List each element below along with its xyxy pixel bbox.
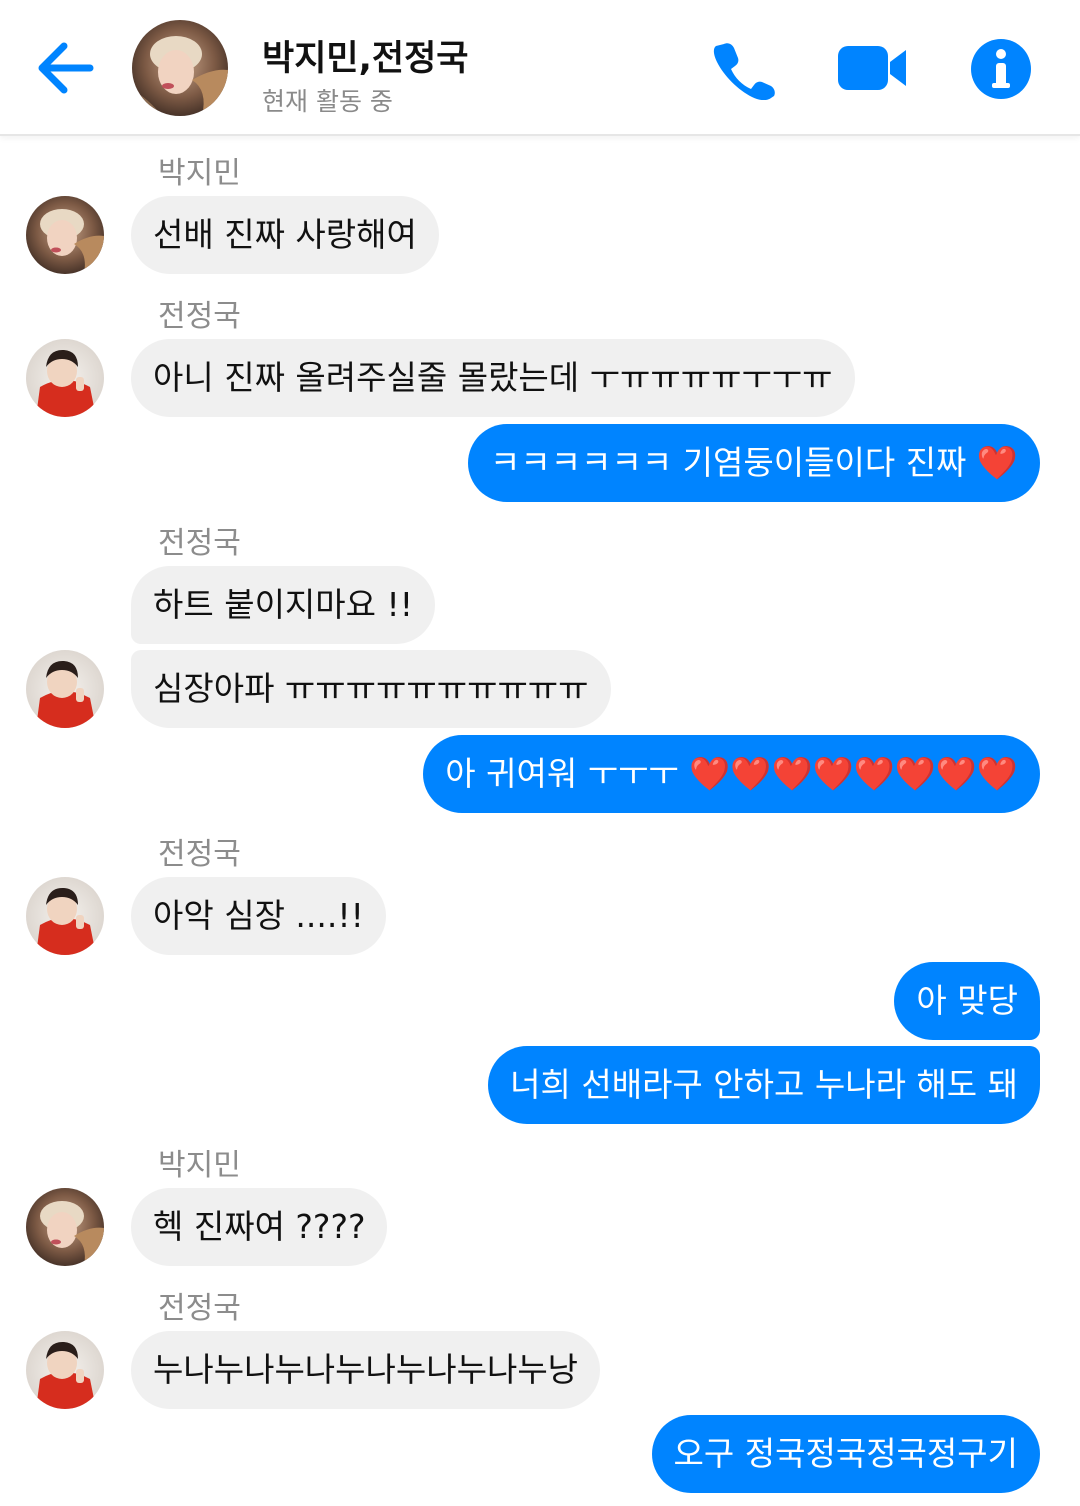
avatar-jungkook[interactable] xyxy=(26,339,104,417)
message-bubble-outgoing[interactable]: 아 맞당 xyxy=(894,962,1040,1040)
sender-name: 전정국 xyxy=(158,837,241,872)
message-bubble-outgoing[interactable]: 너희 선배라구 안하고 누나라 해도 돼 xyxy=(488,1046,1040,1124)
avatar-jungkook[interactable] xyxy=(26,1331,104,1409)
message-bubble-incoming[interactable]: 아니 진짜 올려주실줄 몰랐는데 ㅜㅠㅠㅠㅠㅜㅜㅠ xyxy=(131,339,855,417)
message-bubble-incoming[interactable]: 선배 진짜 사랑해여 xyxy=(131,196,439,274)
sender-name: 전정국 xyxy=(158,299,241,334)
message-bubble-outgoing[interactable]: 오구 정국정국정국정구기 xyxy=(651,1415,1040,1493)
message-bubble-outgoing[interactable]: ㅋㅋㅋㅋㅋㅋ 기염둥이들이다 진짜 ❤️ xyxy=(468,424,1040,502)
back-button[interactable] xyxy=(30,36,100,100)
avatar-jimin[interactable] xyxy=(26,1188,104,1266)
message-bubble-incoming[interactable]: 아악 심장 ....!! xyxy=(131,877,386,955)
back-arrow-icon xyxy=(38,42,94,94)
group-avatar[interactable] xyxy=(132,20,228,116)
video-call-button[interactable] xyxy=(836,40,908,96)
sender-name: 박지민 xyxy=(158,1148,241,1183)
message-bubble-incoming[interactable]: 헥 진짜여 ???? xyxy=(131,1188,388,1266)
chat-header: 박지민,전정국 현재 활동 중 xyxy=(0,0,1080,136)
message-bubble-incoming[interactable]: 누나누나누나누나누나누나누낭 xyxy=(131,1331,601,1409)
message-bubble-incoming[interactable]: 심장아파 ㅠㅠㅠㅠㅠㅠㅠㅠㅠㅠ xyxy=(131,650,611,728)
call-button[interactable] xyxy=(710,38,776,101)
avatar-jungkook[interactable] xyxy=(26,877,104,955)
chat-title: 박지민,전정국 xyxy=(262,39,469,79)
avatar-jimin[interactable] xyxy=(26,196,104,274)
active-status: 현재 활동 중 xyxy=(262,87,393,116)
sender-name: 전정국 xyxy=(158,526,241,561)
message-bubble-incoming[interactable]: 하트 붙이지마요 !! xyxy=(131,566,435,644)
phone-icon xyxy=(713,43,775,101)
message-bubble-outgoing[interactable]: 아 귀여워 ㅜㅜㅜ ❤️❤️❤️❤️❤️❤️❤️❤️ xyxy=(423,735,1040,813)
message-thread[interactable]: 박지민 선배 진짜 사랑해여 전정국 아니 진짜 올려주실줄 몰랐는데 ㅜㅠㅠㅠ… xyxy=(0,136,1080,1506)
sender-name: 박지민 xyxy=(158,156,241,191)
avatar-jungkook[interactable] xyxy=(26,650,104,728)
video-camera-icon xyxy=(838,46,906,90)
info-button[interactable] xyxy=(970,38,1032,100)
sender-name: 전정국 xyxy=(158,1291,241,1326)
info-icon xyxy=(971,39,1031,99)
